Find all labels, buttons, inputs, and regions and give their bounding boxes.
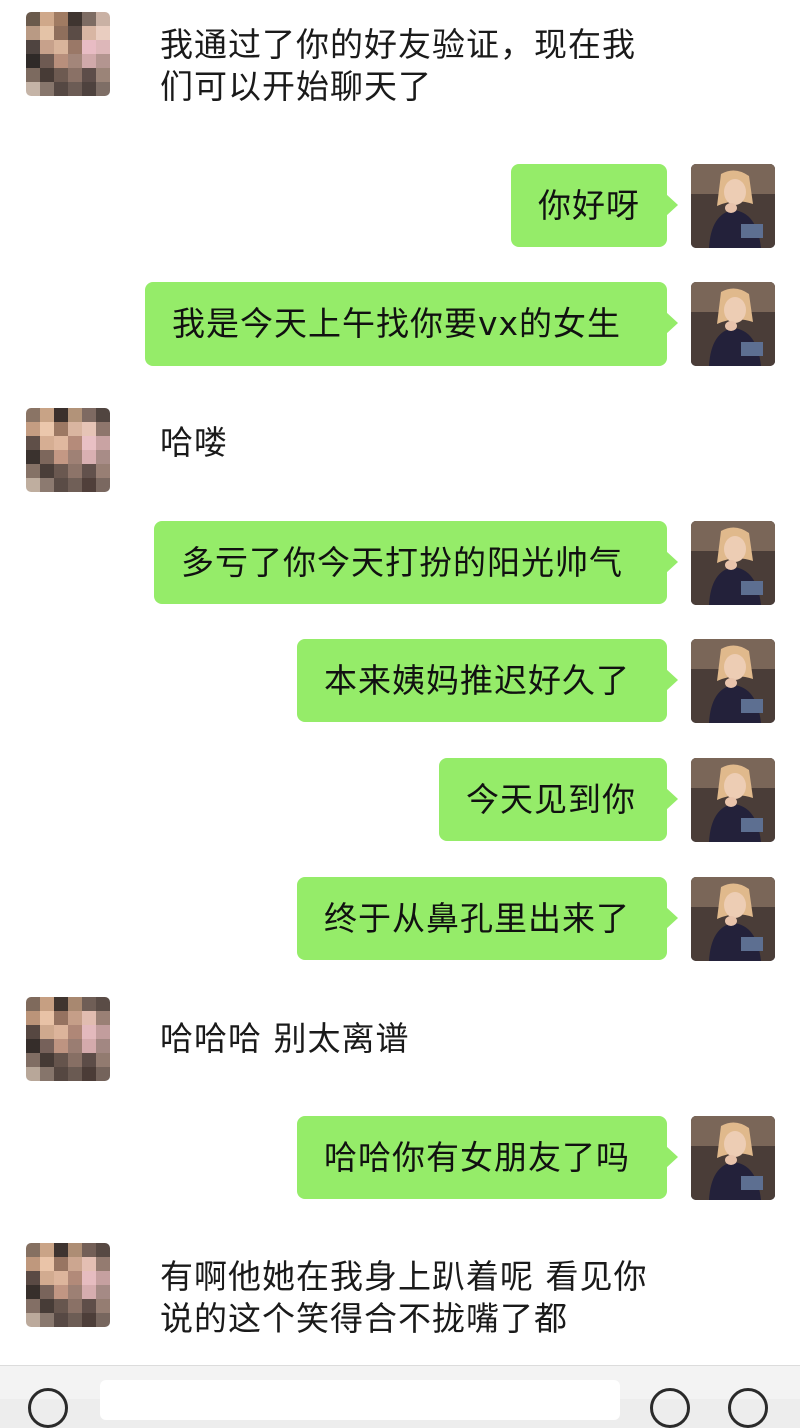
girl-photo-icon xyxy=(691,521,775,605)
self-avatar[interactable] xyxy=(691,877,775,961)
girl-photo-icon xyxy=(691,164,775,248)
outgoing-message-bubble[interactable]: 多亏了你今天打扮的阳光帅气 xyxy=(154,521,678,604)
self-avatar[interactable] xyxy=(691,1116,775,1200)
incoming-message-text: 哈哈哈 别太离谱 xyxy=(160,1018,680,1060)
message-input[interactable] xyxy=(100,1380,620,1420)
girl-photo-icon xyxy=(691,1116,775,1200)
message-text: 终于从鼻孔里出来了 xyxy=(324,898,630,938)
outgoing-message-bubble[interactable]: 你好呀 xyxy=(511,164,678,247)
incoming-message-text: 哈喽 xyxy=(160,422,680,464)
girl-photo-icon xyxy=(691,282,775,366)
girl-photo-icon xyxy=(691,877,775,961)
message-line: 说的这个笑得合不拢嘴了都 xyxy=(160,1299,568,1338)
message-text: 哈哈你有女朋友了吗 xyxy=(324,1137,630,1177)
contact-avatar[interactable] xyxy=(26,997,110,1081)
girl-photo-icon xyxy=(691,639,775,723)
message-line: 哈喽 xyxy=(160,423,228,462)
message-text: 今天见到你 xyxy=(466,779,636,819)
plus-circle-icon[interactable] xyxy=(728,1388,768,1428)
self-avatar[interactable] xyxy=(691,758,775,842)
input-toolbar xyxy=(0,1365,800,1428)
outgoing-message-bubble[interactable]: 终于从鼻孔里出来了 xyxy=(297,877,678,960)
emoji-circle-icon[interactable] xyxy=(650,1388,690,1428)
outgoing-message-bubble[interactable]: 哈哈你有女朋友了吗 xyxy=(297,1116,678,1199)
voice-circle-icon[interactable] xyxy=(28,1388,68,1428)
message-line: 们可以开始聊天了 xyxy=(160,67,432,106)
message-line: 哈哈哈 别太离谱 xyxy=(160,1019,410,1058)
contact-avatar[interactable] xyxy=(26,408,110,492)
incoming-message-text: 我通过了你的好友验证，现在我 们可以开始聊天了 xyxy=(160,24,680,108)
message-text: 本来姨妈推迟好久了 xyxy=(324,660,630,700)
incoming-message-text: 有啊他她在我身上趴着呢 看见你 说的这个笑得合不拢嘴了都 xyxy=(160,1256,700,1340)
contact-avatar[interactable] xyxy=(26,12,110,96)
message-text: 多亏了你今天打扮的阳光帅气 xyxy=(181,542,623,582)
outgoing-message-bubble[interactable]: 本来姨妈推迟好久了 xyxy=(297,639,678,722)
self-avatar[interactable] xyxy=(691,639,775,723)
outgoing-message-bubble[interactable]: 今天见到你 xyxy=(439,758,678,841)
self-avatar[interactable] xyxy=(691,282,775,366)
contact-avatar[interactable] xyxy=(26,1243,110,1327)
message-line: 我通过了你的好友验证，现在我 xyxy=(160,25,636,64)
self-avatar[interactable] xyxy=(691,521,775,605)
message-text: 我是今天上午找你要vx的女生 xyxy=(172,304,622,343)
self-avatar[interactable] xyxy=(691,164,775,248)
message-text: 你好呀 xyxy=(538,185,640,225)
outgoing-message-bubble[interactable]: 我是今天上午找你要vx的女生 xyxy=(145,282,678,366)
girl-photo-icon xyxy=(691,758,775,842)
chat-area: 我通过了你的好友验证，现在我 们可以开始聊天了 你好呀 我是今天上午找你要vx的… xyxy=(0,0,800,1365)
message-line: 有啊他她在我身上趴着呢 看见你 xyxy=(160,1257,648,1296)
